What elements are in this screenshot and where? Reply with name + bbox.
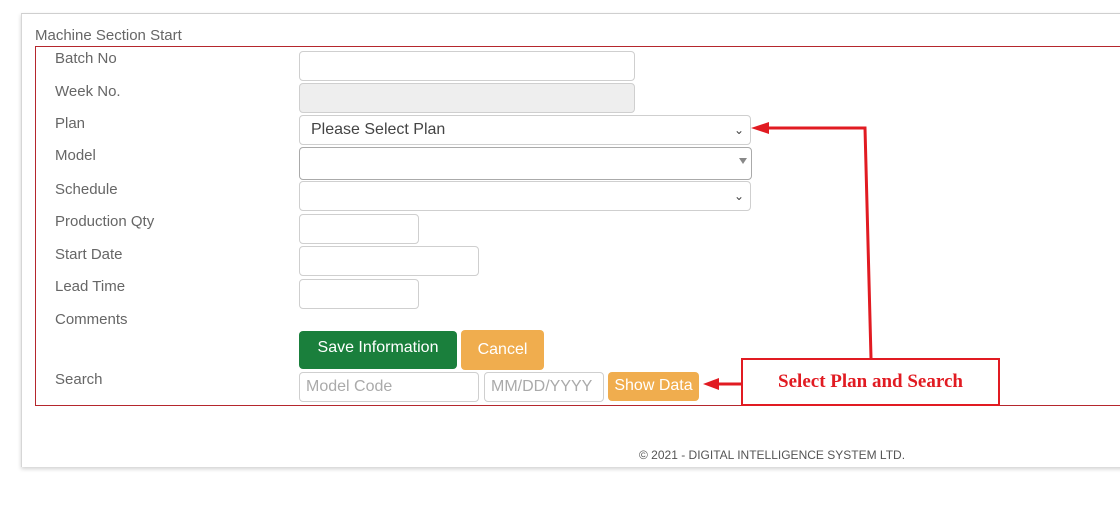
arrow-head-plan-icon xyxy=(751,122,769,134)
annotation-arrows xyxy=(703,122,873,390)
footer-copyright: © 2021 - DIGITAL INTELLIGENCE SYSTEM LTD… xyxy=(639,448,906,462)
annotation-callout: Select Plan and Search xyxy=(741,358,1000,406)
arrow-head-search-icon xyxy=(703,378,719,390)
arrow-to-plan-line xyxy=(765,126,873,359)
